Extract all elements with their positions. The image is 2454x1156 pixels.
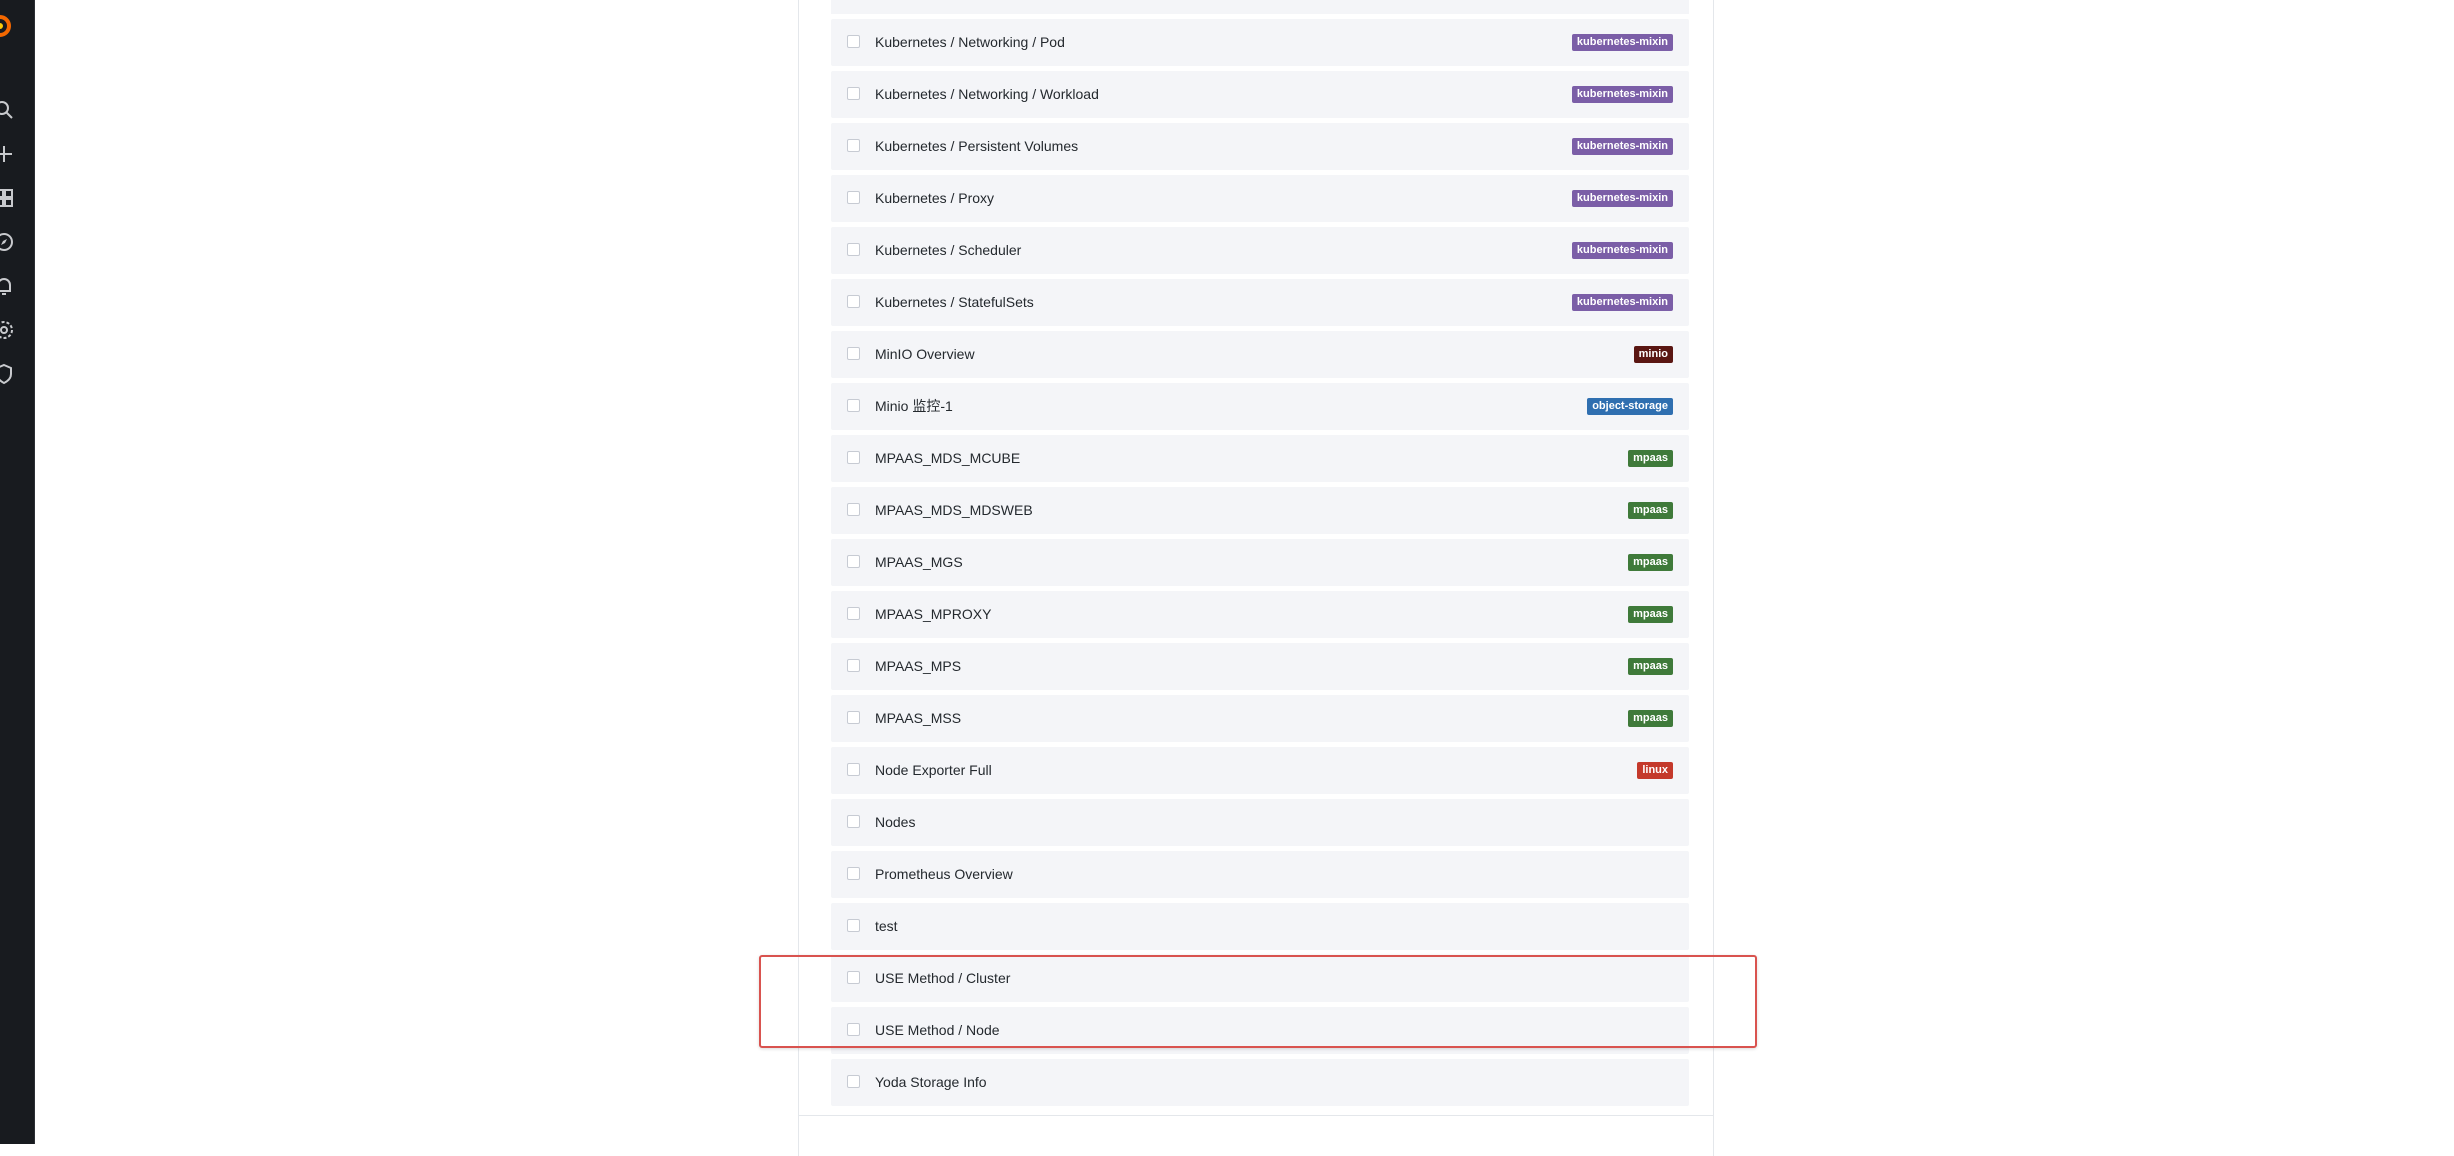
row-checkbox[interactable] xyxy=(847,87,860,100)
row-checkbox[interactable] xyxy=(847,451,860,464)
list-item[interactable]: MinIO Overview minio xyxy=(831,331,1689,378)
list-item[interactable]: Nodes xyxy=(831,799,1689,846)
row-checkbox[interactable] xyxy=(847,1075,860,1088)
dashboard-title[interactable]: Kubernetes / Networking / Workload xyxy=(875,71,1099,118)
list-item-partial xyxy=(831,0,1689,14)
row-checkbox[interactable] xyxy=(847,659,860,672)
dashboard-title[interactable]: Kubernetes / StatefulSets xyxy=(875,279,1034,326)
alerting-icon[interactable] xyxy=(0,274,16,298)
dashboard-tag[interactable]: linux xyxy=(1637,762,1673,779)
grafana-logo-icon[interactable] xyxy=(0,10,16,40)
sidebar xyxy=(0,0,35,1144)
dashboard-tag[interactable]: mpaas xyxy=(1628,502,1673,519)
list-item[interactable]: Minio 监控-1 object-storage xyxy=(831,383,1689,430)
list-item[interactable]: Yoda Storage Info xyxy=(831,1059,1689,1106)
dashboard-title[interactable]: MPAAS_MDS_MCUBE xyxy=(875,435,1020,482)
list-item[interactable]: test xyxy=(831,903,1689,950)
row-checkbox[interactable] xyxy=(847,971,860,984)
dashboard-tag[interactable]: kubernetes-mixin xyxy=(1571,138,1673,155)
dashboard-title[interactable]: MPAAS_MSS xyxy=(875,695,961,742)
row-checkbox[interactable] xyxy=(847,555,860,568)
row-checkbox[interactable] xyxy=(847,347,860,360)
list-item[interactable]: Kubernetes / Persistent Volumes kubernet… xyxy=(831,123,1689,170)
dashboard-title[interactable]: MPAAS_MDS_MDSWEB xyxy=(875,487,1033,534)
dashboard-title[interactable]: Prometheus Overview xyxy=(875,851,1013,898)
list-item[interactable]: Kubernetes / StatefulSets kubernetes-mix… xyxy=(831,279,1689,326)
dashboard-tag[interactable]: kubernetes-mixin xyxy=(1571,242,1673,259)
list-item[interactable]: Kubernetes / Networking / Workload kuber… xyxy=(831,71,1689,118)
dashboard-title[interactable]: test xyxy=(875,903,898,950)
row-checkbox[interactable] xyxy=(847,35,860,48)
row-checkbox[interactable] xyxy=(847,919,860,932)
dashboard-title[interactable]: Node Exporter Full xyxy=(875,747,992,794)
dashboard-title[interactable]: MinIO Overview xyxy=(875,331,975,378)
plus-icon[interactable] xyxy=(0,142,16,166)
list-item[interactable]: Kubernetes / Proxy kubernetes-mixin xyxy=(831,175,1689,222)
list-item[interactable]: Kubernetes / Scheduler kubernetes-mixin xyxy=(831,227,1689,274)
row-checkbox[interactable] xyxy=(847,191,860,204)
list-item[interactable]: MPAAS_MDS_MCUBE mpaas xyxy=(831,435,1689,482)
dashboard-tag[interactable]: mpaas xyxy=(1628,710,1673,727)
dashboards-icon[interactable] xyxy=(0,186,16,210)
dashboard-tag[interactable]: mpaas xyxy=(1628,606,1673,623)
dashboard-title[interactable]: Kubernetes / Scheduler xyxy=(875,227,1021,274)
gear-icon[interactable] xyxy=(0,318,16,342)
row-checkbox[interactable] xyxy=(847,1023,860,1036)
list-item[interactable]: USE Method / Cluster xyxy=(831,955,1689,1002)
dashboard-title[interactable]: MPAAS_MPROXY xyxy=(875,591,991,638)
list-item[interactable]: MPAAS_MDS_MDSWEB mpaas xyxy=(831,487,1689,534)
dashboard-tag[interactable]: kubernetes-mixin xyxy=(1571,294,1673,311)
row-checkbox[interactable] xyxy=(847,711,860,724)
row-checkbox[interactable] xyxy=(847,763,860,776)
dashboard-title[interactable]: MPAAS_MGS xyxy=(875,539,963,586)
panel-divider xyxy=(798,1115,1714,1116)
list-item[interactable]: MPAAS_MPS mpaas xyxy=(831,643,1689,690)
list-item[interactable]: USE Method / Node xyxy=(831,1007,1689,1054)
dashboard-title[interactable]: Minio 监控-1 xyxy=(875,383,953,430)
dashboard-title[interactable]: Yoda Storage Info xyxy=(875,1059,987,1106)
row-checkbox[interactable] xyxy=(847,243,860,256)
dashboard-tag[interactable]: kubernetes-mixin xyxy=(1571,34,1673,51)
dashboard-title[interactable]: USE Method / Node xyxy=(875,1007,1000,1054)
list-item[interactable]: MPAAS_MSS mpaas xyxy=(831,695,1689,742)
explore-icon[interactable] xyxy=(0,230,16,254)
dashboard-tag[interactable]: mpaas xyxy=(1628,658,1673,675)
dashboard-title[interactable]: MPAAS_MPS xyxy=(875,643,961,690)
row-checkbox[interactable] xyxy=(847,607,860,620)
list-item[interactable]: Prometheus Overview xyxy=(831,851,1689,898)
dashboard-tag[interactable]: kubernetes-mixin xyxy=(1571,190,1673,207)
row-checkbox[interactable] xyxy=(847,503,860,516)
dashboard-title[interactable]: Kubernetes / Networking / Pod xyxy=(875,19,1065,66)
dashboard-title[interactable]: Kubernetes / Proxy xyxy=(875,175,994,222)
dashboard-tag[interactable]: mpaas xyxy=(1628,554,1673,571)
dashboard-title[interactable]: Kubernetes / Persistent Volumes xyxy=(875,123,1078,170)
list-item[interactable]: Kubernetes / Networking / Pod kubernetes… xyxy=(831,19,1689,66)
list-item[interactable]: MPAAS_MPROXY mpaas xyxy=(831,591,1689,638)
row-checkbox[interactable] xyxy=(847,815,860,828)
shield-icon[interactable] xyxy=(0,362,16,386)
row-checkbox[interactable] xyxy=(847,295,860,308)
dashboard-tag[interactable]: kubernetes-mixin xyxy=(1571,86,1673,103)
dashboard-tag[interactable]: object-storage xyxy=(1587,398,1673,415)
list-item[interactable]: MPAAS_MGS mpaas xyxy=(831,539,1689,586)
row-checkbox[interactable] xyxy=(847,867,860,880)
dashboard-tag[interactable]: minio xyxy=(1633,346,1673,363)
dashboard-title[interactable]: Nodes xyxy=(875,799,915,846)
row-checkbox[interactable] xyxy=(847,399,860,412)
search-icon[interactable] xyxy=(0,98,16,122)
list-item[interactable]: Node Exporter Full linux xyxy=(831,747,1689,794)
row-checkbox[interactable] xyxy=(847,139,860,152)
dashboard-tag[interactable]: mpaas xyxy=(1628,450,1673,467)
dashboard-title[interactable]: USE Method / Cluster xyxy=(875,955,1010,1002)
